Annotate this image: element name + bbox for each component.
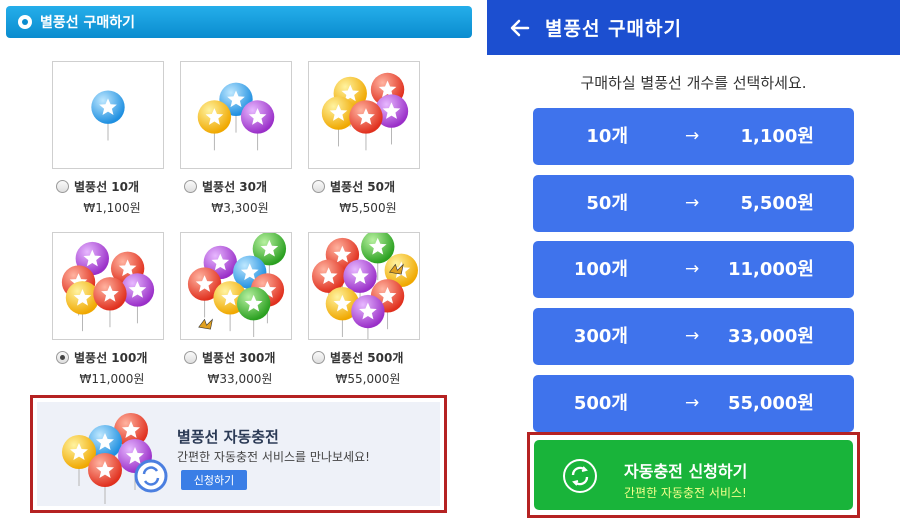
item-price: ₩3,300원 <box>211 201 269 215</box>
mobile-header: 별풍선 구매하기 <box>487 0 900 55</box>
option-price: 33,000원 <box>727 326 814 347</box>
arrow-icon: → <box>685 326 700 346</box>
balloon-icon <box>308 232 420 340</box>
mobile-panel: 별풍선 구매하기 구매하실 별풍선 개수를 선택하세요. 10개 → 1,100… <box>487 0 900 522</box>
option-count: 500개 <box>573 393 628 414</box>
item-price: ₩5,500원 <box>339 201 397 215</box>
balloon-item-30[interactable]: 별풍선 30개 ₩3,300원 <box>180 61 294 216</box>
option-price: 11,000원 <box>727 259 814 280</box>
option-100[interactable]: 100개 → 11,000원 <box>533 241 854 298</box>
auto-charge-title: 별풍선 자동충전 <box>177 428 279 446</box>
balloon-item-100[interactable]: 별풍선 100개 ₩11,000원 <box>52 232 166 387</box>
desktop-header: 별풍선 구매하기 <box>6 6 472 38</box>
item-label: 별풍선 300개 <box>202 351 276 365</box>
select-prompt: 구매하실 별풍선 개수를 선택하세요. <box>580 74 807 92</box>
radio-icon[interactable] <box>184 180 197 193</box>
arrow-icon: → <box>685 126 700 146</box>
option-price: 55,000원 <box>727 393 814 414</box>
item-label: 별풍선 500개 <box>330 351 404 365</box>
balloon-item-300[interactable]: 별풍선 300개 ₩33,000원 <box>180 232 294 387</box>
auto-charge-button-subtitle: 간편한 자동충전 서비스! <box>624 486 747 500</box>
apply-button[interactable]: 신청하기 <box>181 470 247 490</box>
balloon-icon <box>180 61 292 169</box>
item-price: ₩1,100원 <box>83 201 141 215</box>
option-10[interactable]: 10개 → 1,100원 <box>533 108 854 165</box>
option-count: 50개 <box>586 193 628 214</box>
balloon-icon <box>52 232 164 340</box>
balloon-icon <box>308 61 420 169</box>
option-300[interactable]: 300개 → 33,000원 <box>533 308 854 365</box>
radio-icon[interactable] <box>184 351 197 364</box>
arrow-icon: → <box>685 259 700 279</box>
item-label: 별풍선 50개 <box>330 180 396 194</box>
auto-charge-banner: 별풍선 자동충전 간편한 자동충전 서비스를 만나보세요! 신청하기 <box>30 395 447 513</box>
auto-charge-button[interactable]: 자동충전 신청하기 간편한 자동충전 서비스! <box>534 440 853 510</box>
balloon-icon <box>61 412 168 505</box>
desktop-panel: 별풍선 구매하기 별풍선 10개 ₩1,100원 별풍선 30개 ₩3,300원 <box>0 0 478 522</box>
auto-charge-subtitle: 간편한 자동충전 서비스를 만나보세요! <box>177 450 370 464</box>
item-price: ₩55,000원 <box>335 372 401 386</box>
option-count: 100개 <box>573 259 628 280</box>
radio-icon[interactable] <box>312 351 325 364</box>
balloon-item-500[interactable]: 별풍선 500개 ₩55,000원 <box>308 232 422 387</box>
balloon-icon <box>52 61 164 169</box>
auto-charge-highlight: 자동충전 신청하기 간편한 자동충전 서비스! <box>527 432 860 518</box>
item-price: ₩11,000원 <box>79 372 145 386</box>
balloon-icon <box>180 232 292 340</box>
desktop-header-title: 별풍선 구매하기 <box>40 15 136 31</box>
option-500[interactable]: 500개 → 55,000원 <box>533 375 854 432</box>
back-arrow-icon[interactable] <box>509 17 531 39</box>
radio-icon[interactable] <box>312 180 325 193</box>
option-price: 5,500원 <box>740 193 815 214</box>
item-label: 별풍선 10개 <box>74 180 140 194</box>
auto-charge-button-title: 자동충전 신청하기 <box>624 462 748 481</box>
option-count: 10개 <box>586 126 628 147</box>
item-price: ₩33,000원 <box>207 372 273 386</box>
item-label: 별풍선 100개 <box>74 351 148 365</box>
option-50[interactable]: 50개 → 5,500원 <box>533 175 854 232</box>
bullet-icon <box>18 15 32 29</box>
radio-icon[interactable] <box>56 351 69 364</box>
item-label: 별풍선 30개 <box>202 180 268 194</box>
arrow-icon: → <box>685 193 700 213</box>
radio-icon[interactable] <box>56 180 69 193</box>
arrow-icon: → <box>685 393 700 413</box>
refresh-icon <box>563 459 597 493</box>
option-price: 1,100원 <box>740 126 815 147</box>
option-count: 300개 <box>573 326 628 347</box>
mobile-header-title: 별풍선 구매하기 <box>545 18 682 40</box>
balloon-item-50[interactable]: 별풍선 50개 ₩5,500원 <box>308 61 422 216</box>
balloon-item-10[interactable]: 별풍선 10개 ₩1,100원 <box>52 61 166 216</box>
